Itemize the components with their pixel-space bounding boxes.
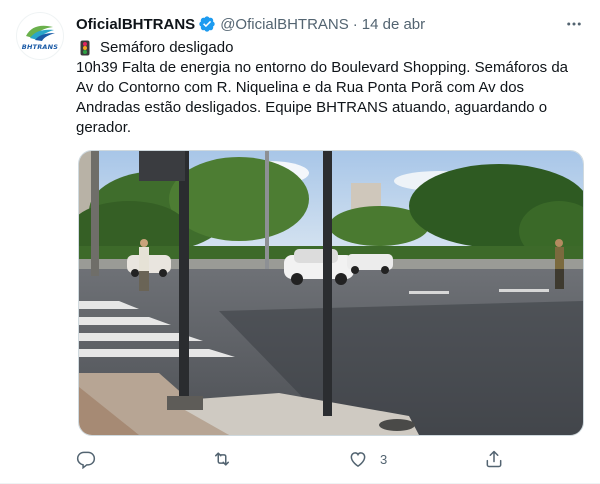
tweet-title: Semáforo desligado [100,39,234,56]
display-name[interactable]: OficialBHTRANS [76,16,195,33]
reply-button[interactable] [76,447,108,471]
like-button[interactable]: 3 [348,447,387,471]
street-photo [79,151,583,435]
header-separator: · [352,15,358,33]
share-icon [486,450,502,468]
avatar-wordmark: BHTRANS [21,42,59,51]
tweet-body-line: Andradas estão desligados. Equipe BHTRAN… [76,99,548,116]
retweet-icon [215,452,229,466]
reply-icon [76,451,96,469]
verified-badge-icon [198,15,216,33]
tweet[interactable]: BHTRANS OficialBHTRANS @OficialBHTRANS ·… [0,0,600,484]
more-options-icon[interactable] [562,12,586,36]
avatar[interactable]: BHTRANS [16,12,64,60]
share-button[interactable] [484,447,516,471]
like-count: 3 [380,451,388,467]
like-icon [350,452,366,467]
tweet-title-line: Semáforo desligado [76,38,576,58]
tweet-photo[interactable] [78,150,584,436]
retweet-button[interactable] [212,447,244,471]
tweet-body-line: 10h39 Falta de energia no entorno do Bou… [76,59,569,76]
tweet-body-line: Av do Contorno com R. Niquelina e da Rua… [76,79,525,96]
tweet-date[interactable]: 14 de abr [362,16,425,33]
handle[interactable]: @OficialBHTRANS [220,16,349,33]
bhtrans-logo-icon [26,25,55,41]
tweet-text: Semáforo desligado 10h39 Falta de energi… [76,38,576,138]
tweet-body-line: gerador. [76,119,132,136]
traffic-light-icon [80,40,90,56]
tweet-header: OficialBHTRANS @OficialBHTRANS · 14 de a… [76,14,425,34]
tweet-actions: 3 [76,447,506,471]
